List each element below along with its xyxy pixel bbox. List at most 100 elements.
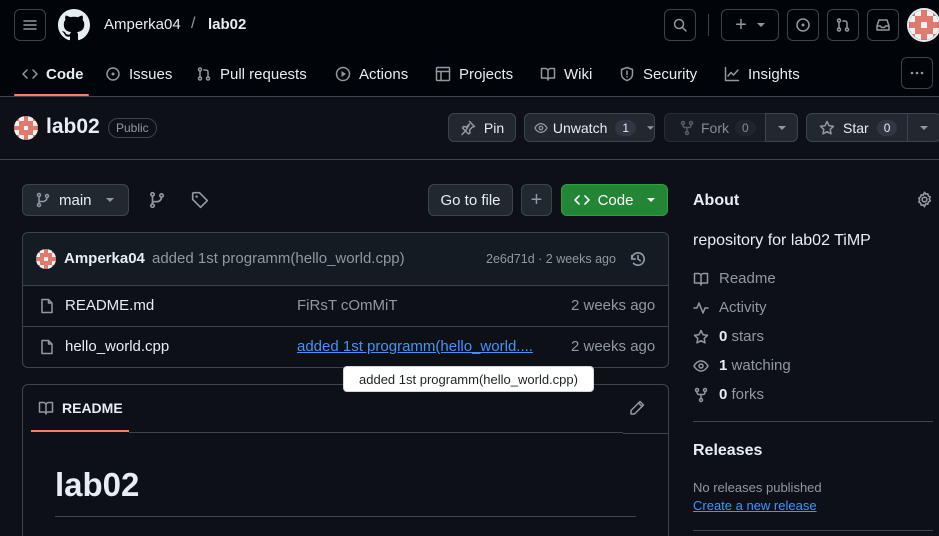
tab-insights-label: Insights (748, 65, 800, 83)
search-button[interactable] (664, 9, 696, 41)
repo-title[interactable]: lab02 (46, 115, 100, 139)
file-icon (41, 339, 53, 355)
star-dropdown-button[interactable] (907, 113, 939, 142)
tab-security[interactable]: Security (619, 52, 697, 96)
go-to-file-button[interactable]: Go to file (428, 184, 513, 216)
hamburger-icon (23, 20, 37, 30)
tag-icon (191, 191, 209, 209)
no-releases-text: No releases published (693, 480, 822, 495)
create-new-button[interactable]: + (721, 9, 779, 41)
user-avatar[interactable] (907, 8, 939, 42)
inbox-button[interactable] (867, 9, 899, 41)
file-commit-time: 2 weeks ago (571, 338, 656, 355)
branch-select[interactable]: main (22, 184, 129, 216)
tab-code-label: Code (46, 65, 84, 83)
edit-readme-button[interactable] (629, 400, 645, 416)
about-forks-link[interactable]: 0 forks (693, 386, 764, 403)
file-commit-message-link[interactable]: added 1st programm(hello_world.... (297, 338, 533, 355)
star-count: 0 (876, 119, 898, 136)
readme-heading: lab02 (55, 466, 140, 503)
shield-icon (620, 66, 634, 82)
readme-header-divider (129, 432, 623, 433)
fork-dropdown-button[interactable] (765, 113, 798, 142)
code-icon (22, 69, 38, 79)
file-name[interactable]: hello_world.cpp (65, 338, 169, 355)
triangle-down-icon (777, 125, 786, 130)
releases-title[interactable]: Releases (693, 442, 762, 460)
play-icon (335, 66, 351, 82)
eye-icon (534, 122, 548, 133)
fork-label: Fork (701, 119, 729, 136)
book-icon (540, 67, 556, 81)
fork-count: 0 (735, 119, 756, 136)
tab-actions[interactable]: Actions (335, 52, 408, 96)
github-logo[interactable] (58, 9, 90, 41)
search-icon (673, 18, 687, 32)
file-name[interactable]: README.md (65, 297, 154, 314)
tab-security-label: Security (643, 65, 698, 83)
tab-wiki[interactable]: Wiki (540, 52, 592, 96)
repo-forked-icon (680, 120, 694, 135)
history-icon (630, 252, 646, 266)
code-button[interactable]: Code (561, 184, 668, 216)
repo-owner-avatar (14, 116, 38, 140)
stars-count: 0 (719, 328, 728, 345)
file-row[interactable]: README.md FiRsT cOmMiT 2 weeks ago (23, 285, 668, 326)
star-button[interactable]: Star 0 (806, 113, 908, 142)
pull-request-icon (836, 18, 850, 32)
graph-icon (724, 66, 740, 82)
add-file-button[interactable]: + (521, 184, 552, 216)
breadcrumb-repo[interactable]: lab02 (208, 16, 246, 33)
repo-forked-icon (694, 387, 708, 402)
triangle-down-icon (920, 125, 928, 130)
pull-requests-button[interactable] (827, 9, 859, 41)
tab-pull-requests[interactable]: Pull requests (196, 52, 307, 96)
tab-insights[interactable]: Insights (724, 52, 800, 96)
tab-code[interactable]: Code (22, 52, 84, 96)
readme-tab[interactable]: README (38, 400, 123, 416)
branch-name: main (59, 191, 92, 209)
pin-button[interactable]: Pin (448, 113, 516, 142)
tab-actions-label: Actions (359, 65, 409, 83)
title-divider (0, 159, 939, 160)
commit-author[interactable]: Amperka04 (64, 250, 145, 267)
breadcrumb-separator: / (191, 15, 196, 32)
menu-button[interactable] (14, 9, 46, 41)
git-branch-icon (36, 192, 50, 208)
commit-author-avatar (36, 249, 56, 269)
more-tabs-button[interactable] (901, 57, 933, 89)
watch-count: 1 (615, 119, 637, 136)
unwatch-button[interactable]: Unwatch 1 (524, 113, 655, 142)
eye-icon (693, 359, 709, 372)
file-commit-time: 2 weeks ago (571, 297, 656, 314)
branches-icon (149, 191, 165, 209)
about-activity-link[interactable]: Activity (693, 299, 767, 316)
file-icon (41, 298, 53, 314)
tags-button[interactable] (191, 191, 209, 209)
github-icon (58, 9, 90, 41)
breadcrumb-owner[interactable]: Amperka04 (104, 16, 181, 33)
about-readme-link[interactable]: Readme (693, 270, 776, 287)
triangle-down-icon (647, 198, 656, 202)
commit-message[interactable]: added 1st programm(hello_world.cpp) (152, 250, 405, 267)
plus-label: + (735, 14, 747, 36)
tab-issues[interactable]: Issues (105, 52, 172, 96)
fork-button: Fork 0 (664, 113, 766, 142)
tab-projects[interactable]: Projects (435, 52, 513, 96)
about-settings-button[interactable] (916, 191, 933, 208)
about-stars-link[interactable]: 0 stars (693, 328, 764, 345)
branches-button[interactable] (148, 191, 166, 209)
commit-sha-time[interactable]: 2e6d71d · 2 weeks ago (486, 252, 616, 266)
file-row[interactable]: hello_world.cpp added 1st programm(hello… (23, 326, 668, 367)
history-button[interactable] (629, 250, 647, 268)
gear-icon (917, 191, 932, 208)
create-release-link[interactable]: Create a new release (693, 498, 817, 513)
triangle-down-icon (647, 125, 654, 130)
issue-icon (106, 67, 120, 81)
about-watching-link[interactable]: 1 watching (693, 357, 791, 374)
issues-button[interactable] (787, 9, 819, 41)
file-commit-message[interactable]: FiRsT cOmMiT (297, 297, 398, 314)
readme-heading-rule (55, 516, 636, 517)
kebab-horizontal-icon (910, 71, 924, 75)
about-readme-label: Readme (719, 270, 776, 287)
